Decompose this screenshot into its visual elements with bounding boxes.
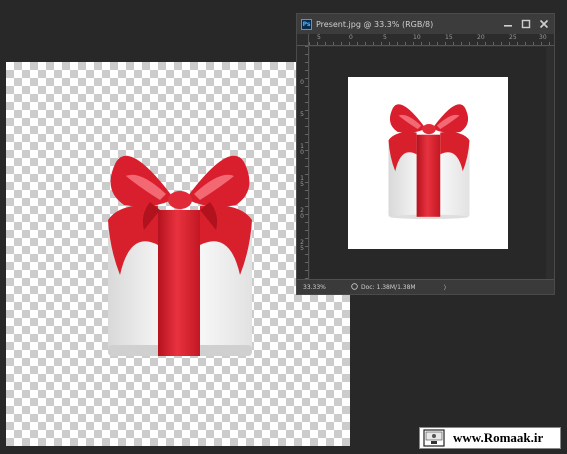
ruler-label: 5 bbox=[383, 34, 387, 41]
document-info: Doc: 1.38M/1.38M bbox=[361, 283, 416, 291]
ruler-label: 1 0 bbox=[300, 143, 304, 156]
zoom-level[interactable]: 33.33% bbox=[303, 284, 351, 291]
watermark-text: www.Romaak.ir bbox=[453, 430, 544, 445]
ruler-corner[interactable] bbox=[297, 34, 309, 46]
ruler-label: 20 bbox=[477, 34, 485, 41]
ruler-label: 5 bbox=[300, 111, 304, 118]
romaak-logo-icon bbox=[423, 429, 445, 447]
maximize-icon[interactable] bbox=[518, 17, 534, 31]
ruler-label: 1 5 bbox=[300, 175, 304, 188]
window-title: Present.jpg @ 33.3% (RGB/8) bbox=[316, 19, 434, 29]
ruler-label: 15 bbox=[445, 34, 453, 41]
document-window: Ps Present.jpg @ 33.3% (RGB/8) 5 0 5 10 … bbox=[296, 13, 555, 295]
horizontal-ruler[interactable]: 5 0 5 10 15 20 25 30 bbox=[309, 34, 554, 46]
minimize-icon[interactable] bbox=[500, 17, 516, 31]
ruler-label: 0 bbox=[349, 34, 353, 41]
canvas-area[interactable] bbox=[310, 47, 546, 279]
ruler-label: 10 bbox=[413, 34, 421, 41]
photoshop-logo-icon: Ps bbox=[301, 18, 312, 30]
ruler-label: 30 bbox=[539, 34, 547, 41]
vertical-scrollbar[interactable] bbox=[546, 46, 554, 279]
ruler-label: 0 bbox=[300, 79, 304, 86]
status-bar: 33.33% Doc: 1.38M/1.38M 〉 bbox=[297, 279, 554, 294]
status-menu-arrow[interactable]: 〉 bbox=[444, 283, 450, 292]
ruler-label: 2 5 bbox=[300, 239, 304, 252]
ruler-label: 25 bbox=[509, 34, 517, 41]
close-icon[interactable] bbox=[536, 17, 552, 31]
window-titlebar[interactable]: Ps Present.jpg @ 33.3% (RGB/8) bbox=[297, 14, 554, 34]
doc-info-icon bbox=[351, 282, 358, 292]
vertical-ruler[interactable]: 0 5 1 0 1 5 2 0 2 5 bbox=[297, 46, 309, 279]
document-canvas[interactable] bbox=[348, 77, 508, 249]
ruler-label: 2 0 bbox=[300, 207, 304, 220]
gift-box-image-large bbox=[108, 155, 252, 356]
ruler-label: 5 bbox=[317, 34, 321, 41]
watermark: www.Romaak.ir bbox=[419, 427, 561, 449]
gift-box-image-small bbox=[388, 104, 470, 220]
